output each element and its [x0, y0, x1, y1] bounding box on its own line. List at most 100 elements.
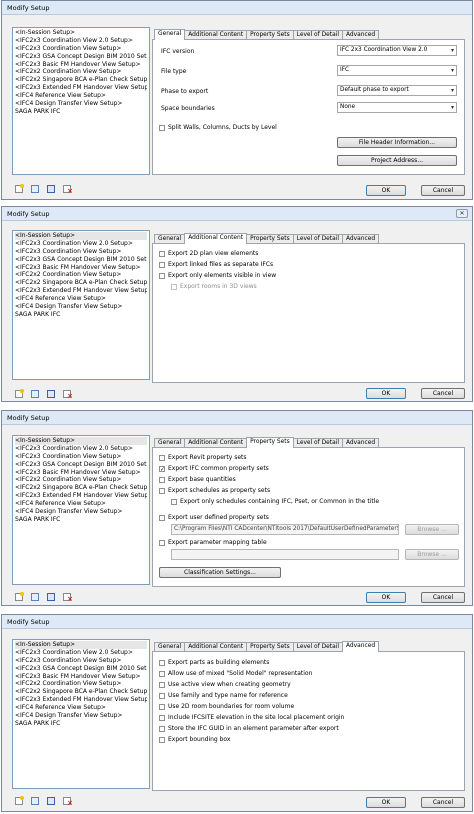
export-2d-plan-checkbox[interactable]: [159, 250, 165, 257]
setup-item[interactable]: <IFC4 Design Transfer View Setup>: [15, 712, 147, 720]
tab-general[interactable]: General: [154, 29, 186, 40]
setup-list[interactable]: <In-Session Setup> <IFC2x3 Coordination …: [12, 639, 150, 789]
store-ifc-guid-checkbox[interactable]: [159, 725, 165, 732]
setup-item[interactable]: <IFC4 Reference View Setup>: [15, 500, 147, 508]
mapping-table-browse-button[interactable]: Browse ...: [405, 549, 459, 560]
export-mapping-table-checkbox[interactable]: [159, 539, 165, 546]
export-mapping-table-row[interactable]: Export parameter mapping table: [159, 539, 267, 546]
classification-settings-button[interactable]: Classification Settings...: [159, 567, 281, 578]
export-ifc-common-psets-row[interactable]: ✓ Export IFC common property sets: [159, 465, 269, 472]
duplicate-setup-icon[interactable]: [31, 390, 39, 398]
setup-item[interactable]: <IFC2x3 Coordination View 2.0 Setup>: [15, 240, 147, 248]
ok-button[interactable]: OK: [366, 388, 406, 399]
space-boundaries-combo[interactable]: None: [337, 102, 457, 113]
export-linked-files-checkbox[interactable]: [159, 261, 165, 268]
new-setup-icon[interactable]: [15, 592, 24, 601]
export-schedules-checkbox[interactable]: [159, 487, 165, 494]
active-view-geometry-checkbox[interactable]: [159, 681, 165, 688]
delete-setup-icon[interactable]: [63, 593, 73, 603]
cancel-button[interactable]: Cancel: [421, 592, 465, 603]
active-view-geometry-row[interactable]: Use active view when creating geometry: [159, 681, 291, 688]
store-ifc-guid-row[interactable]: Store the IFC GUID in an element paramet…: [159, 725, 339, 732]
file-type-combo[interactable]: IFC: [337, 65, 457, 76]
setup-item[interactable]: <IFC2x2 Singapore BCA e-Plan Check Setup…: [15, 484, 147, 492]
export-only-ifc-schedules-checkbox[interactable]: [171, 498, 177, 505]
export-bounding-box-checkbox[interactable]: [159, 736, 165, 743]
delete-setup-icon[interactable]: [63, 797, 73, 807]
export-parts-row[interactable]: Export parts as building elements: [159, 659, 269, 666]
setup-item[interactable]: <IFC2x2 Singapore BCA e-Plan Check Setup…: [15, 688, 147, 696]
rename-setup-icon[interactable]: [47, 390, 55, 398]
rename-setup-icon[interactable]: [47, 185, 55, 193]
setup-item[interactable]: <IFC2x3 Basic FM Handover View Setup>: [15, 469, 147, 477]
user-psets-browse-button[interactable]: Browse ...: [405, 524, 459, 535]
room-boundaries-2d-checkbox[interactable]: [159, 703, 165, 710]
setup-item[interactable]: <IFC4 Design Transfer View Setup>: [15, 508, 147, 516]
cancel-button[interactable]: Cancel: [421, 797, 465, 808]
phase-combo[interactable]: Default phase to export: [337, 85, 457, 96]
ok-button[interactable]: OK: [366, 592, 406, 603]
ifcsite-elevation-row[interactable]: Include IFCSITE elevation in the site lo…: [159, 714, 344, 721]
new-setup-icon[interactable]: [15, 796, 24, 805]
setup-list[interactable]: <In-Session Setup> <IFC2x3 Coordination …: [12, 435, 150, 585]
export-revit-psets-row[interactable]: Export Revit property sets: [159, 454, 247, 461]
setup-item[interactable]: <IFC2x2 Coordination View Setup>: [15, 271, 147, 279]
setup-item[interactable]: <IFC2x3 GSA Concept Design BIM 2010 Setu…: [15, 53, 147, 61]
setup-item[interactable]: <IFC2x3 Extended FM Handover View Setup>: [15, 84, 147, 92]
user-psets-path-field[interactable]: C:\Program Files\NTI CADcenter\NTItools …: [171, 524, 399, 535]
export-base-quantities-row[interactable]: Export base quantities: [159, 476, 236, 483]
export-schedules-row[interactable]: Export schedules as property sets: [159, 487, 270, 494]
setup-item[interactable]: <IFC4 Design Transfer View Setup>: [15, 303, 147, 311]
family-type-name-row[interactable]: Use family and type name for reference: [159, 692, 288, 699]
tab-advanced[interactable]: Advanced: [341, 641, 380, 652]
export-visible-only-row[interactable]: Export only elements visible in view: [159, 272, 276, 279]
export-visible-only-checkbox[interactable]: [159, 272, 165, 279]
tab-additional-content[interactable]: Additional Content: [184, 233, 248, 244]
export-user-psets-row[interactable]: Export user defined property sets: [159, 514, 269, 521]
export-user-psets-checkbox[interactable]: [159, 514, 165, 521]
split-walls-checkbox[interactable]: [159, 124, 165, 131]
setup-item[interactable]: SAGA PARK IFC: [15, 720, 147, 728]
setup-item[interactable]: <In-Session Setup>: [15, 29, 147, 37]
setup-item[interactable]: <IFC2x3 Coordination View Setup>: [15, 248, 147, 256]
setup-item[interactable]: SAGA PARK IFC: [15, 108, 147, 116]
setup-item[interactable]: <IFC2x3 Coordination View 2.0 Setup>: [15, 445, 147, 453]
mapping-table-path-field[interactable]: [171, 549, 399, 560]
setup-item[interactable]: <IFC2x3 Coordination View Setup>: [15, 45, 147, 53]
setup-item[interactable]: <IFC2x3 Coordination View Setup>: [15, 453, 147, 461]
cancel-button[interactable]: Cancel: [421, 185, 465, 196]
duplicate-setup-icon[interactable]: [31, 185, 39, 193]
file-header-button[interactable]: File Header Information...: [337, 137, 457, 148]
ok-button[interactable]: OK: [366, 185, 406, 196]
setup-item[interactable]: <IFC4 Reference View Setup>: [15, 704, 147, 712]
close-icon[interactable]: ✕: [456, 209, 468, 218]
setup-item[interactable]: SAGA PARK IFC: [15, 311, 147, 319]
ok-button[interactable]: OK: [366, 797, 406, 808]
setup-item[interactable]: <IFC2x2 Coordination View Setup>: [15, 476, 147, 484]
setup-item[interactable]: SAGA PARK IFC: [15, 516, 147, 524]
setup-item[interactable]: <IFC2x3 Coordination View Setup>: [15, 657, 147, 665]
setup-item[interactable]: <IFC2x3 GSA Concept Design BIM 2010 Setu…: [15, 665, 147, 673]
new-setup-icon[interactable]: [15, 389, 24, 398]
export-base-quantities-checkbox[interactable]: [159, 476, 165, 483]
export-ifc-common-psets-checkbox[interactable]: ✓: [159, 465, 165, 472]
setup-item[interactable]: <IFC2x3 Extended FM Handover View Setup>: [15, 696, 147, 704]
setup-item[interactable]: <IFC4 Design Transfer View Setup>: [15, 100, 147, 108]
duplicate-setup-icon[interactable]: [31, 797, 39, 805]
setup-item[interactable]: <In-Session Setup>: [15, 437, 147, 445]
setup-item[interactable]: <IFC2x3 GSA Concept Design BIM 2010 Setu…: [15, 461, 147, 469]
ifc-version-combo[interactable]: IFC 2x3 Coordination View 2.0: [337, 45, 457, 56]
setup-list[interactable]: <In-Session Setup> <IFC2x3 Coordination …: [12, 230, 150, 380]
setup-item[interactable]: <IFC2x3 Extended FM Handover View Setup>: [15, 492, 147, 500]
split-walls-row[interactable]: Split Walls, Columns, Ducts by Level: [159, 124, 277, 131]
export-2d-plan-row[interactable]: Export 2D plan view elements: [159, 250, 258, 257]
setup-item[interactable]: <IFC2x2 Singapore BCA e-Plan Check Setup…: [15, 76, 147, 84]
project-address-button[interactable]: Project Address...: [337, 155, 457, 166]
export-only-ifc-schedules-row[interactable]: Export only schedules containing IFC, Ps…: [171, 498, 379, 505]
setup-item[interactable]: <In-Session Setup>: [15, 641, 147, 649]
delete-setup-icon[interactable]: [63, 390, 73, 400]
mixed-solid-model-row[interactable]: Allow use of mixed "Solid Model" represe…: [159, 670, 312, 677]
setup-item[interactable]: <IFC2x3 Coordination View 2.0 Setup>: [15, 649, 147, 657]
tab-property-sets[interactable]: Property Sets: [246, 437, 294, 448]
setup-list[interactable]: <In-Session Setup> <IFC2x3 Coordination …: [12, 27, 150, 175]
